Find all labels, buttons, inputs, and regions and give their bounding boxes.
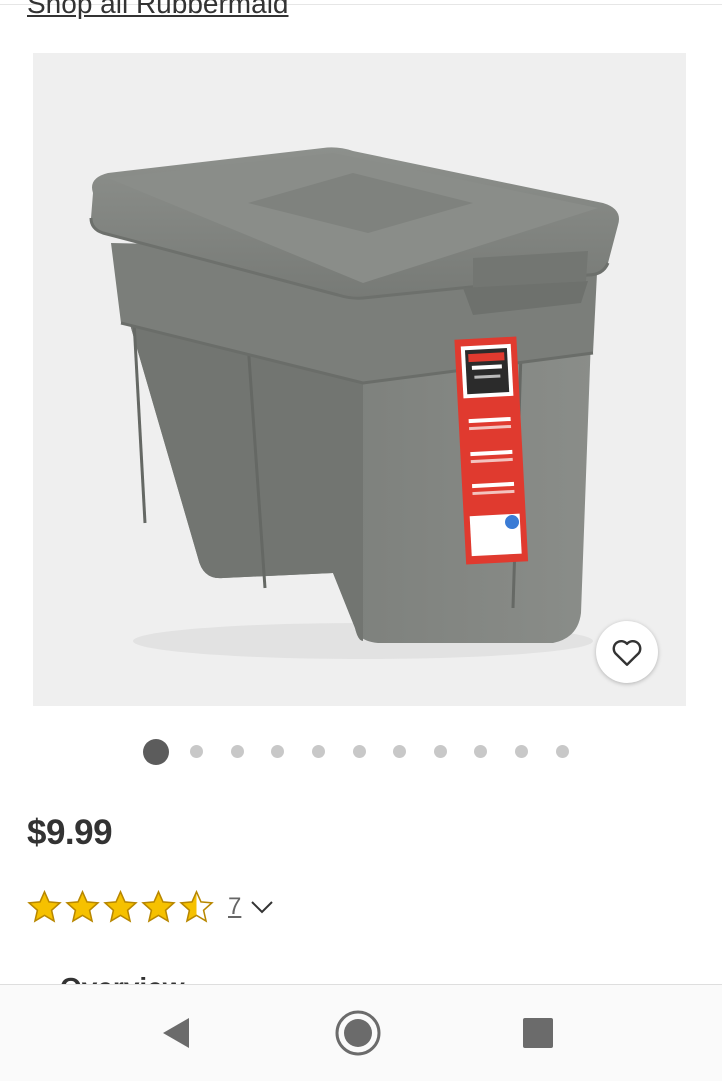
pagination-dot[interactable] — [514, 745, 528, 758]
product-price: $9.99 — [27, 813, 113, 852]
pagination-dot[interactable] — [311, 745, 325, 758]
home-button[interactable] — [330, 1005, 386, 1061]
back-triangle-icon — [163, 1018, 189, 1048]
pagination-dot[interactable] — [393, 745, 407, 758]
recents-button[interactable] — [510, 1005, 566, 1061]
system-navigation-bar — [0, 984, 722, 1081]
recents-square-icon — [523, 1018, 553, 1048]
product-image-gallery[interactable] — [33, 53, 686, 706]
home-circle-icon — [335, 1010, 381, 1056]
gallery-pagination — [0, 737, 722, 767]
shop-all-brand-link[interactable]: Shop all Rubbermaid — [27, 0, 289, 20]
star-rating — [26, 889, 216, 926]
star-half-icon — [179, 889, 214, 923]
pagination-dot[interactable] — [352, 745, 366, 758]
star-full-icon — [27, 889, 62, 923]
review-count-link[interactable]: 7 — [228, 893, 241, 921]
pagination-dot[interactable] — [190, 745, 204, 758]
pagination-dot[interactable] — [433, 745, 447, 758]
back-button[interactable] — [148, 1005, 204, 1061]
star-full-icon — [103, 889, 138, 923]
heart-outline-icon — [612, 639, 642, 666]
favorite-button[interactable] — [596, 621, 658, 683]
chevron-down-icon[interactable] — [249, 897, 275, 917]
pagination-dot[interactable] — [271, 745, 285, 758]
product-image — [89, 147, 619, 659]
star-full-icon — [65, 889, 100, 923]
rating-row[interactable]: 7 — [26, 887, 275, 927]
star-full-icon — [141, 889, 176, 923]
pagination-dot[interactable] — [230, 745, 244, 758]
pagination-dot-active[interactable] — [143, 739, 169, 765]
pagination-dot[interactable] — [474, 745, 488, 758]
pagination-dot[interactable] — [555, 745, 569, 758]
